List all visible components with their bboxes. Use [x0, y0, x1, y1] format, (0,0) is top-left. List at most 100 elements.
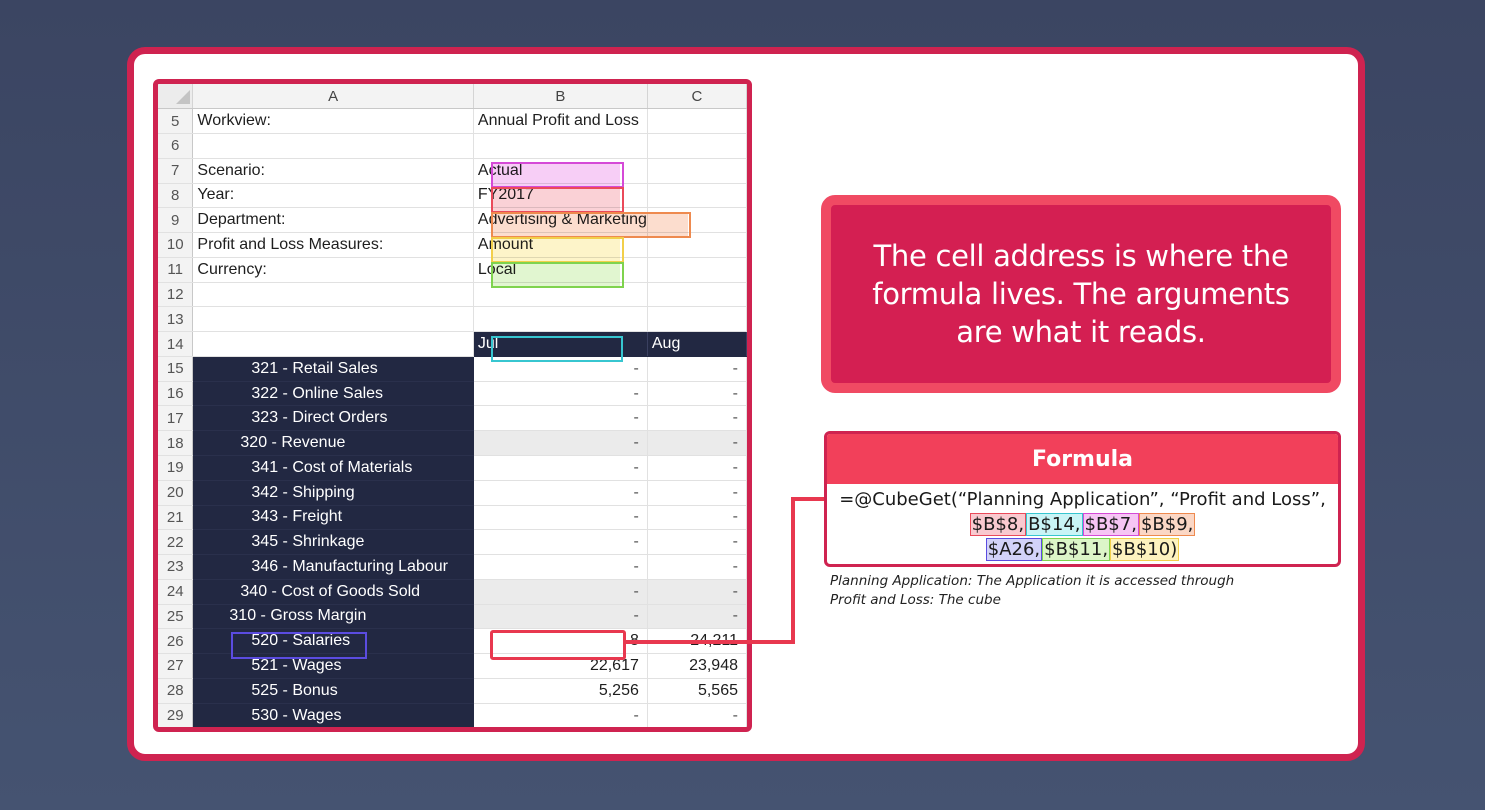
account-label[interactable]: 521 - Wages — [192, 653, 474, 679]
cell-c14-month-aug[interactable]: Aug — [647, 331, 747, 357]
cell-a6[interactable] — [192, 133, 474, 159]
row-number[interactable]: 13 — [158, 306, 194, 333]
value-jul[interactable]: - — [473, 455, 648, 481]
account-label[interactable]: 323 - Direct Orders — [192, 405, 474, 432]
cell-c11[interactable] — [647, 257, 747, 283]
value-aug[interactable]: - — [647, 703, 747, 727]
cell-b9-department[interactable]: Advertising & Marketing — [473, 207, 648, 234]
value-aug[interactable]: - — [647, 405, 747, 432]
row-number[interactable]: 19 — [158, 455, 194, 481]
value-jul[interactable]: - — [473, 529, 648, 556]
value-aug[interactable]: 24,211 — [647, 628, 747, 655]
account-label[interactable]: 320 - Revenue — [192, 430, 474, 456]
cell-c13[interactable] — [647, 306, 747, 333]
account-label[interactable]: 322 - Online Sales — [192, 381, 474, 407]
cell-c10[interactable] — [647, 232, 747, 258]
column-header-a[interactable]: A — [192, 84, 474, 110]
value-jul[interactable]: - — [473, 579, 648, 605]
value-jul[interactable]: - — [473, 604, 648, 630]
row-number[interactable]: 5 — [158, 108, 194, 135]
row-number[interactable]: 12 — [158, 282, 194, 308]
value-jul[interactable]: - — [473, 505, 648, 531]
row-number[interactable]: 15 — [158, 356, 194, 382]
value-jul[interactable]: - — [473, 405, 648, 432]
value-jul[interactable]: - — [473, 554, 648, 580]
cell-c8[interactable] — [647, 183, 747, 209]
cell-c9[interactable] — [647, 207, 747, 234]
value-aug[interactable]: - — [647, 430, 747, 456]
value-aug[interactable]: - — [647, 579, 747, 605]
row-number[interactable]: 23 — [158, 554, 194, 580]
cell-b26-formula[interactable]: 8 — [473, 628, 648, 655]
cell-c7[interactable] — [647, 158, 747, 184]
cell-a12[interactable] — [192, 282, 474, 308]
value-aug[interactable]: - — [647, 554, 747, 580]
cell-c12[interactable] — [647, 282, 747, 308]
value-aug[interactable]: - — [647, 505, 747, 531]
column-header-c[interactable]: C — [647, 84, 747, 110]
value-jul[interactable]: 22,617 — [473, 653, 648, 679]
cell-a7[interactable]: Scenario: — [192, 158, 474, 184]
cell-b7-scenario[interactable]: Actual — [473, 158, 648, 184]
row-number[interactable]: 11 — [158, 257, 194, 283]
account-label[interactable]: 340 - Cost of Goods Sold — [192, 579, 474, 605]
cell-b6[interactable] — [473, 133, 648, 159]
select-all-corner[interactable] — [158, 84, 194, 110]
value-jul[interactable]: - — [473, 703, 648, 727]
cell-a8[interactable]: Year: — [192, 183, 474, 209]
row-number[interactable]: 20 — [158, 480, 194, 506]
value-aug[interactable]: - — [647, 381, 747, 407]
cell-a13[interactable] — [192, 306, 474, 333]
cell-b14-month-jul[interactable]: Jul — [473, 331, 648, 357]
cell-c6[interactable] — [647, 133, 747, 159]
row-number[interactable]: 28 — [158, 678, 194, 704]
value-aug[interactable]: - — [647, 455, 747, 481]
account-label[interactable]: 345 - Shrinkage — [192, 529, 474, 556]
row-number[interactable]: 21 — [158, 505, 194, 531]
cell-a5[interactable]: Workview: — [192, 108, 474, 135]
account-label[interactable]: 341 - Cost of Materials — [192, 455, 474, 481]
value-jul[interactable]: - — [473, 480, 648, 506]
account-label[interactable]: 525 - Bonus — [192, 678, 474, 704]
cell-b5[interactable]: Annual Profit and Loss — [473, 108, 648, 135]
row-number[interactable]: 17 — [158, 405, 194, 432]
value-aug[interactable]: - — [647, 356, 747, 382]
cell-b12[interactable] — [473, 282, 648, 308]
value-aug[interactable]: 5,565 — [647, 678, 747, 704]
account-label[interactable]: 530 - Wages — [192, 703, 474, 727]
value-aug[interactable]: 23,948 — [647, 653, 747, 679]
cell-a11[interactable]: Currency: — [192, 257, 474, 283]
row-number[interactable]: 7 — [158, 158, 194, 184]
value-jul[interactable]: 5,256 — [473, 678, 648, 704]
cell-a9[interactable]: Department: — [192, 207, 474, 234]
row-number[interactable]: 16 — [158, 381, 194, 407]
cell-a14[interactable] — [192, 331, 474, 357]
cell-c5[interactable] — [647, 108, 747, 135]
cell-b13[interactable] — [473, 306, 648, 333]
column-header-b[interactable]: B — [473, 84, 648, 110]
row-number[interactable]: 25 — [158, 604, 194, 630]
row-number[interactable]: 18 — [158, 430, 194, 456]
account-label[interactable]: 346 - Manufacturing Labour — [192, 554, 474, 580]
row-number[interactable]: 27 — [158, 653, 194, 679]
account-label[interactable]: 342 - Shipping — [192, 480, 474, 506]
account-label[interactable]: 321 - Retail Sales — [192, 356, 474, 382]
cell-b11-currency[interactable]: Local — [473, 257, 648, 283]
row-number[interactable]: 9 — [158, 207, 194, 234]
cell-a10[interactable]: Profit and Loss Measures: — [192, 232, 474, 258]
cell-b10-measure[interactable]: Amount — [473, 232, 648, 258]
row-number[interactable]: 29 — [158, 703, 194, 727]
value-aug[interactable]: - — [647, 480, 747, 506]
cell-a26-salaries[interactable]: 520 - Salaries — [192, 628, 474, 655]
row-number[interactable]: 6 — [158, 133, 194, 159]
row-number[interactable]: 24 — [158, 579, 194, 605]
row-number[interactable]: 26 — [158, 628, 194, 655]
value-aug[interactable]: - — [647, 529, 747, 556]
account-label[interactable]: 310 - Gross Margin — [192, 604, 474, 630]
row-number[interactable]: 8 — [158, 183, 194, 209]
row-number[interactable]: 22 — [158, 529, 194, 556]
cell-b8-year[interactable]: FY2017 — [473, 183, 648, 209]
value-aug[interactable]: - — [647, 604, 747, 630]
account-label[interactable]: 343 - Freight — [192, 505, 474, 531]
value-jul[interactable]: - — [473, 430, 648, 456]
